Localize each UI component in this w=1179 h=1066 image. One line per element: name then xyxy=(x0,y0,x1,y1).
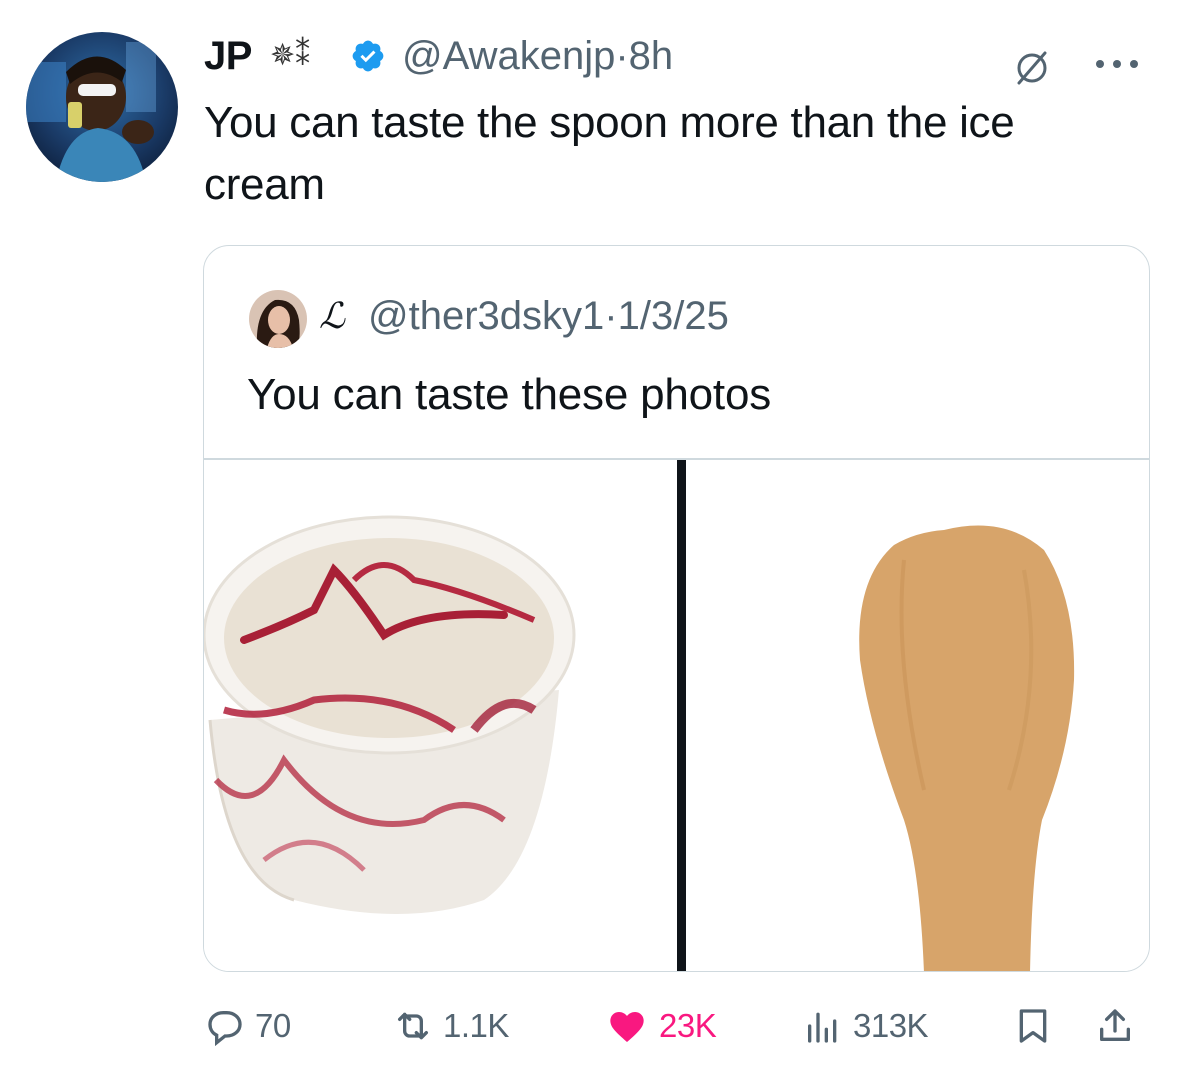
separator-dot: · xyxy=(604,294,618,338)
like-button[interactable]: 23K xyxy=(605,1006,717,1046)
author-handle[interactable]: @Awakenjp xyxy=(402,34,615,78)
like-count: 23K xyxy=(659,1007,717,1044)
share-button[interactable] xyxy=(1095,1006,1135,1046)
quoted-text: You can taste these photos xyxy=(247,370,772,419)
reply-icon xyxy=(208,1011,242,1046)
separator-dot: · xyxy=(615,34,629,78)
reply-count: 70 xyxy=(255,1007,291,1044)
media-image[interactable] xyxy=(204,460,1150,972)
quoted-date[interactable]: 1/3/25 xyxy=(618,294,729,338)
repost-count: 1.1K xyxy=(443,1007,509,1044)
more-icon[interactable] xyxy=(1092,54,1142,74)
verified-badge-icon xyxy=(352,40,384,72)
action-bar: 70 1.1K 23K 313K xyxy=(205,998,1145,1058)
quoted-author-name[interactable]: ℒ xyxy=(319,296,345,337)
bookmark-button[interactable] xyxy=(1013,1006,1053,1046)
share-icon xyxy=(1100,1009,1130,1041)
reply-button[interactable]: 70 xyxy=(205,1006,291,1046)
views-button[interactable]: 313K xyxy=(803,1006,929,1046)
repost-icon xyxy=(398,1012,428,1040)
grok-icon[interactable] xyxy=(1014,50,1050,86)
quoted-handle-and-date: @ther3dsky1·1/3/25 xyxy=(368,294,729,339)
views-count: 313K xyxy=(853,1007,929,1044)
quoted-author-avatar[interactable] xyxy=(249,290,307,348)
author-avatar[interactable] xyxy=(26,32,178,182)
collage-divider xyxy=(677,460,686,971)
repost-button[interactable]: 1.1K xyxy=(393,1006,509,1046)
tweet-time[interactable]: 8h xyxy=(629,34,674,78)
bookmark-icon xyxy=(1019,1009,1047,1043)
like-icon xyxy=(610,1012,644,1042)
quoted-tweet[interactable]: ℒ @ther3dsky1·1/3/25 You can taste these… xyxy=(203,245,1150,972)
author-name[interactable]: JP xyxy=(204,34,252,79)
tweet-text: You can taste the spoon more than the ic… xyxy=(204,98,1015,209)
quoted-media[interactable] xyxy=(204,460,1150,972)
ice-cream-cup-image xyxy=(204,515,576,914)
views-icon xyxy=(808,1012,837,1043)
quoted-handle[interactable]: @ther3dsky1 xyxy=(368,294,604,338)
tweet-header: JP ✵⁑ @Awakenjp·8h xyxy=(204,28,1154,86)
handle-and-time: @Awakenjp·8h xyxy=(402,34,673,79)
name-glyphs: ✵⁑ xyxy=(270,39,311,72)
